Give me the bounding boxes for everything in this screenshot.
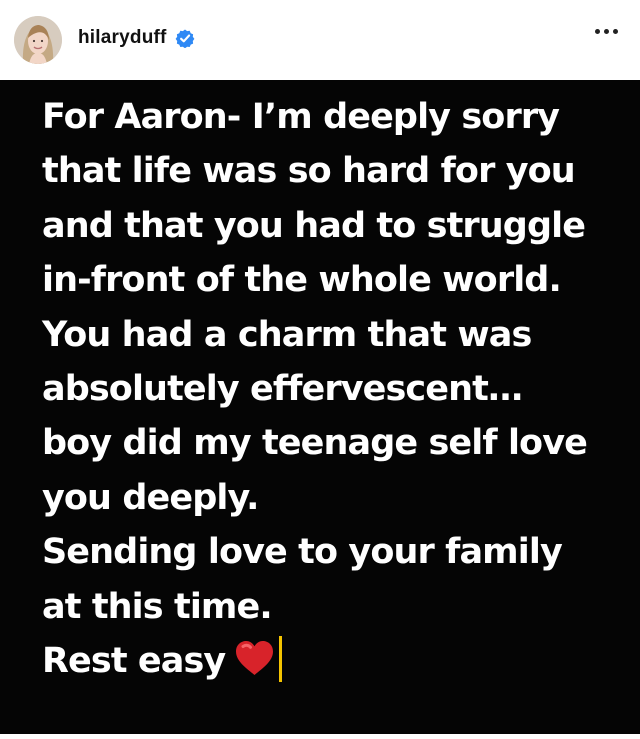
text-line: Sending love to your family xyxy=(42,532,563,573)
text-line: you deeply. xyxy=(42,477,259,518)
more-options-dot xyxy=(604,29,609,34)
bottom-border xyxy=(0,734,640,739)
username[interactable]: hilaryduff xyxy=(78,27,167,49)
verified-badge-icon xyxy=(175,29,194,48)
more-options-dot xyxy=(595,29,600,34)
text-line: Rest easy xyxy=(42,641,226,682)
text-line: absolutely effervescent… xyxy=(42,369,523,410)
text-line: in-front of the whole world. xyxy=(42,260,562,301)
post-caption-text: For Aaron- I’m deeply sorry that life wa… xyxy=(42,90,632,688)
instagram-post: hilaryduff For Aaron- I’m deeply sorry t… xyxy=(0,0,640,739)
text-line: You had a charm that was xyxy=(42,314,532,355)
more-options-dot xyxy=(613,29,618,34)
text-line: at this time. xyxy=(42,586,273,627)
text-line: that life was so hard for you xyxy=(42,151,576,192)
text-line: boy did my teenage self love xyxy=(42,423,588,464)
user-info: hilaryduff xyxy=(78,27,195,49)
heart-emoji xyxy=(236,641,274,676)
more-options-icon[interactable] xyxy=(595,29,618,34)
profile-avatar[interactable] xyxy=(14,16,62,64)
text-cursor xyxy=(279,636,283,683)
post-header: hilaryduff xyxy=(0,0,640,80)
text-line: and that you had to struggle xyxy=(42,205,586,246)
avatar-image xyxy=(14,16,62,64)
text-line: For Aaron- I’m deeply sorry xyxy=(42,97,560,137)
text-line-final: Rest easy xyxy=(42,634,632,688)
